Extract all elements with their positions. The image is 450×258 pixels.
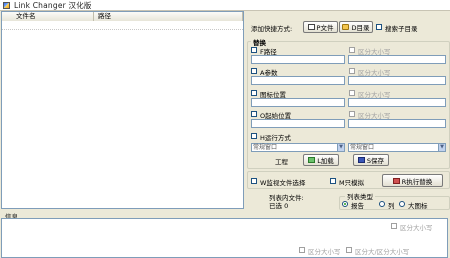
path-checkbox[interactable] — [251, 47, 257, 53]
simulate-checkbox[interactable] — [330, 178, 336, 184]
save-label: S保存 — [366, 157, 385, 165]
file-icon — [307, 24, 315, 30]
chevron-down-icon: ▼ — [337, 144, 344, 151]
info-case-label-1: 区分大小写 — [400, 224, 433, 232]
run-mode-replace-select[interactable]: 常规窗口 ▼ — [348, 143, 446, 152]
add-dir-button[interactable]: D目录 — [339, 21, 373, 33]
column-path[interactable]: 路径 — [94, 12, 243, 21]
large-icon-label: 大图标 — [408, 202, 428, 210]
start-checkbox[interactable] — [251, 111, 257, 117]
add-dir-label: D目录 — [351, 24, 370, 32]
monitor-checkbox[interactable] — [251, 178, 257, 184]
window-title: Link Changer 汉化版 — [14, 0, 92, 10]
run-mode-checkbox[interactable] — [251, 133, 257, 139]
load-label: L加载 — [317, 157, 334, 165]
chevron-down-icon: ▼ — [438, 144, 445, 151]
icon-replace-field[interactable] — [348, 98, 446, 107]
monitor-label: W监视文件选择 — [260, 179, 306, 187]
folder-icon — [342, 24, 350, 30]
report-radio[interactable] — [342, 201, 348, 207]
start-case-checkbox[interactable] — [349, 111, 355, 117]
run-mode-label: H运行方式 — [260, 134, 291, 142]
icon-find-field[interactable] — [251, 98, 345, 107]
file-list[interactable]: 文件名 路径 — [1, 11, 244, 209]
app-icon — [3, 1, 10, 9]
path-case-checkbox[interactable] — [349, 47, 355, 53]
info-case-checkbox-2[interactable] — [299, 247, 305, 253]
execute-replace-button[interactable]: R执行替换 — [382, 174, 443, 187]
args-replace-field[interactable] — [348, 76, 446, 85]
start-replace-field[interactable] — [348, 119, 446, 128]
list-row — [2, 22, 243, 30]
info-case-label-3: 区分大/区分大小写 — [355, 248, 410, 256]
args-case-checkbox[interactable] — [349, 68, 355, 74]
info-case-checkbox-1[interactable] — [391, 223, 397, 229]
icon-case-checkbox[interactable] — [349, 90, 355, 96]
info-box[interactable]: 区分大小写 区分大小写 区分大/区分大小写 — [1, 218, 448, 258]
large-icon-radio[interactable] — [399, 201, 405, 207]
list-header: 文件名 路径 — [2, 12, 243, 21]
run-mode-find-value: 常规窗口 — [253, 144, 278, 151]
run-mode-find-select[interactable]: 常规窗口 ▼ — [251, 143, 345, 152]
add-file-label: P文件 — [316, 24, 334, 32]
add-file-button[interactable]: P文件 — [303, 21, 338, 33]
report-label: 报告 — [351, 202, 364, 210]
search-subdirs-checkbox[interactable] — [376, 24, 382, 30]
list-radio-label: 列 — [388, 202, 395, 210]
add-shortcut-label: 添加快捷方式: — [251, 25, 293, 33]
title-bar: Link Changer 汉化版 — [0, 0, 450, 10]
list-count-value: 已选 0 — [269, 202, 289, 210]
icon-checkbox[interactable] — [251, 90, 257, 96]
info-panel: 信息 区分大小写 区分大小写 区分大/区分大小写 — [1, 210, 450, 258]
simulate-label: M只模拟 — [339, 179, 365, 187]
project-label: 工程 — [275, 158, 288, 166]
load-button[interactable]: L加载 — [303, 154, 339, 166]
path-replace-field[interactable] — [348, 55, 446, 64]
column-filename[interactable]: 文件名 — [2, 12, 94, 21]
right-panel: 添加快捷方式: P文件 D目录 搜索子目录 替换 F路径 区分大小写 A参数 区… — [245, 10, 450, 210]
save-button[interactable]: S保存 — [353, 154, 389, 166]
path-find-field[interactable] — [251, 55, 345, 64]
list-radio[interactable] — [379, 201, 385, 207]
execute-label: R执行替换 — [401, 177, 433, 186]
folder-open-icon — [308, 157, 316, 163]
info-case-checkbox-3[interactable] — [346, 247, 352, 253]
save-icon — [357, 157, 365, 163]
run-mode-replace-value: 常规窗口 — [350, 144, 375, 151]
start-find-field[interactable] — [251, 119, 345, 128]
search-subdirs-label: 搜索子目录 — [385, 25, 418, 33]
execute-icon — [392, 177, 400, 184]
args-checkbox[interactable] — [251, 68, 257, 74]
info-case-label-2: 区分大小写 — [308, 248, 341, 256]
args-find-field[interactable] — [251, 76, 345, 85]
